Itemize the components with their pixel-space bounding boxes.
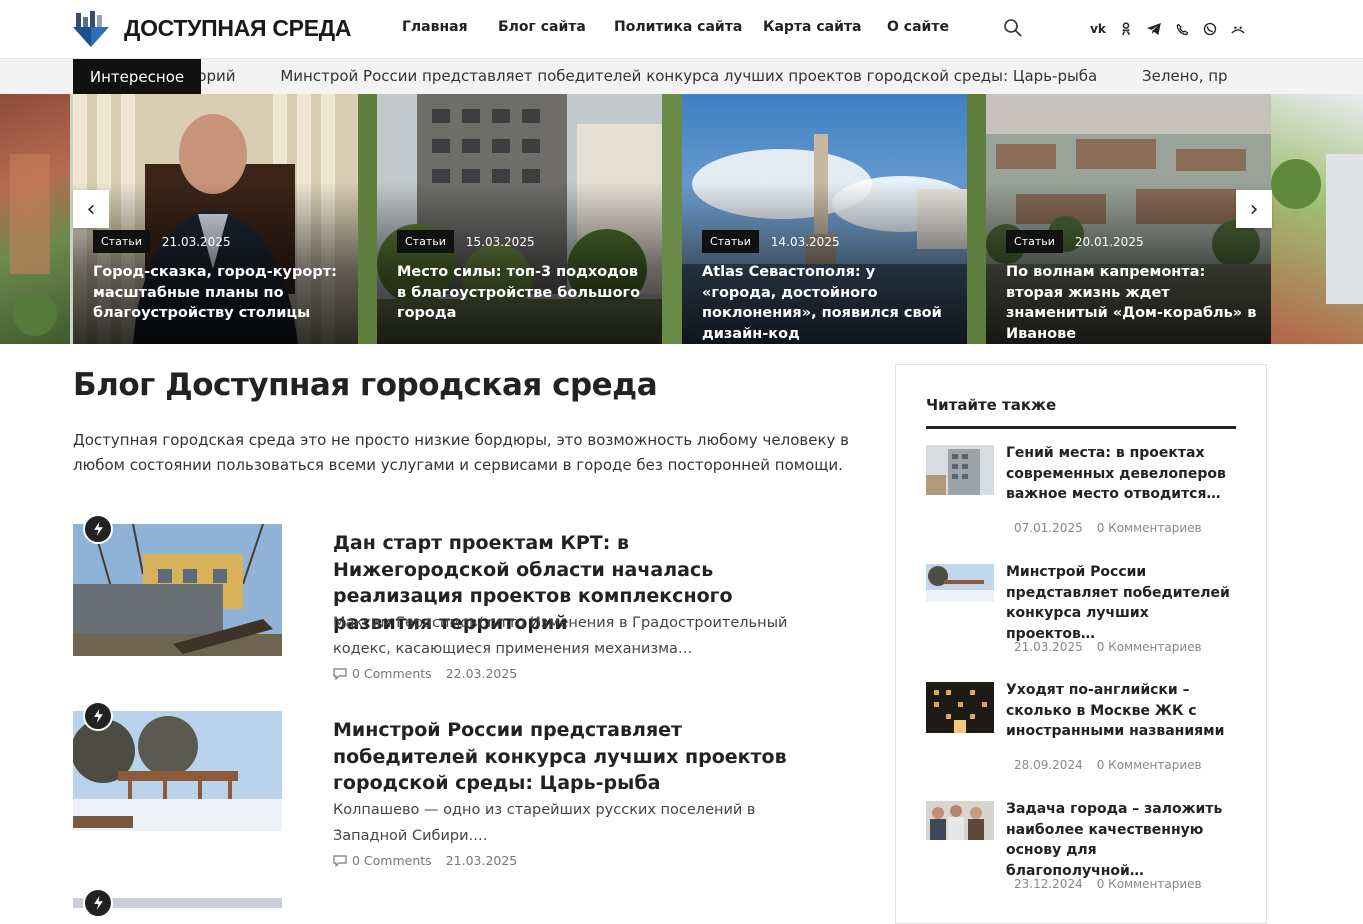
post-card: Минстрой России представляет победителей… bbox=[73, 701, 793, 871]
slide-title[interactable]: Город-сказка, город-курорт: масштабные п… bbox=[93, 262, 345, 324]
slide-title[interactable]: Место силы: топ-3 подходов в благоустрой… bbox=[397, 262, 649, 324]
slide-gap bbox=[662, 94, 682, 344]
site-logo[interactable] bbox=[73, 11, 109, 49]
nav-item-about[interactable]: О сайте bbox=[887, 19, 949, 35]
sidebar-post-comments[interactable]: 0 Комментариев bbox=[1097, 877, 1202, 891]
post-meta: 0 Comments 22.03.2025 bbox=[333, 666, 517, 681]
slide-date: 15.03.2025 bbox=[465, 234, 535, 249]
sidebar-post-meta: 07.01.2025 0 Комментариев bbox=[1014, 521, 1202, 535]
sidebar-post-thumbnail[interactable] bbox=[926, 801, 994, 840]
nav-item-home[interactable]: Главная bbox=[402, 19, 468, 35]
sidebar-post-meta: 28.09.2024 0 Комментариев bbox=[1014, 758, 1202, 772]
comments-count: 0 Comments bbox=[352, 853, 432, 868]
flash-icon bbox=[83, 701, 113, 731]
slide-date: 21.03.2025 bbox=[161, 234, 231, 249]
slide-gap bbox=[358, 94, 377, 344]
slide-peek-left[interactable] bbox=[0, 94, 70, 344]
whatsapp-icon[interactable] bbox=[1201, 20, 1219, 38]
sidebar-post-date: 07.01.2025 bbox=[1014, 521, 1083, 535]
slide-card[interactable]: Статьи 20.01.2025 По волнам капремонта: … bbox=[986, 94, 1271, 344]
sidebar-post-date: 21.03.2025 bbox=[1014, 640, 1083, 654]
ticker-label: Интересное bbox=[73, 59, 201, 94]
post-image bbox=[73, 524, 282, 656]
flash-icon bbox=[83, 514, 113, 544]
page-description: Доступная городская среда это не просто … bbox=[73, 431, 850, 474]
post-meta: 0 Comments 21.03.2025 bbox=[333, 853, 517, 868]
sidebar-post-date: 28.09.2024 bbox=[1014, 758, 1083, 772]
slide-meta: Статьи 20.01.2025 bbox=[1006, 230, 1144, 253]
sidebar-post-title[interactable]: Задача города – заложить наиболее качест… bbox=[1006, 799, 1238, 881]
comment-icon bbox=[333, 667, 347, 680]
category-badge[interactable]: Статьи bbox=[1006, 230, 1063, 253]
slider-prev-button[interactable]: ‹ bbox=[73, 190, 109, 228]
post-excerpt: Максим Герасимов/ nn.ru Изменения в Град… bbox=[333, 615, 788, 657]
featured-slider: Статьи 21.03.2025 Город-сказка, город-ку… bbox=[0, 94, 1363, 344]
nav-item-policy[interactable]: Политика сайта bbox=[614, 19, 742, 35]
sidebar-post-thumbnail[interactable] bbox=[926, 445, 994, 495]
slide-date: 14.03.2025 bbox=[770, 234, 840, 249]
post-card: Дан старт проектам КРТ: в Нижегородской … bbox=[73, 514, 793, 684]
slide-meta: Статьи 15.03.2025 bbox=[397, 230, 535, 253]
page-title: Блог Доступная городская среда bbox=[73, 367, 658, 403]
post-date: 22.03.2025 bbox=[445, 666, 518, 681]
slider-next-button[interactable]: › bbox=[1236, 190, 1272, 228]
max-icon[interactable] bbox=[1229, 20, 1247, 38]
post-date: 21.03.2025 bbox=[445, 853, 518, 868]
sidebar-post-comments[interactable]: 0 Комментариев bbox=[1097, 521, 1202, 535]
ticker-item[interactable]: вития территорий bbox=[201, 67, 236, 85]
slide-meta: Статьи 14.03.2025 bbox=[702, 230, 840, 253]
sidebar-post-meta: 21.03.2025 0 Комментариев bbox=[1014, 640, 1202, 654]
slide-gap bbox=[967, 94, 986, 344]
category-badge[interactable]: Статьи bbox=[702, 230, 759, 253]
comments-link[interactable]: 0 Comments bbox=[333, 853, 432, 868]
odnoklassniki-icon[interactable] bbox=[1117, 20, 1135, 38]
site-name[interactable]: ДОСТУПНАЯ СРЕДА bbox=[124, 15, 351, 42]
sidebar-post-comments[interactable]: 0 Комментариев bbox=[1097, 758, 1202, 772]
site-header: ДОСТУПНАЯ СРЕДА Главная Блог сайта Полит… bbox=[0, 0, 1363, 58]
slide-date: 20.01.2025 bbox=[1074, 234, 1144, 249]
slide-title[interactable]: По волнам капремонта: вторая жизнь ждет … bbox=[1006, 262, 1258, 344]
nav-item-blog[interactable]: Блог сайта bbox=[498, 19, 586, 35]
post-thumbnail[interactable] bbox=[73, 524, 282, 656]
slide-peek-right[interactable] bbox=[1271, 94, 1363, 344]
post-card bbox=[73, 888, 793, 918]
news-ticker: Интересное вития территорий Минстрой Рос… bbox=[0, 58, 1363, 94]
slide-meta: Статьи 21.03.2025 bbox=[93, 230, 231, 253]
sidebar-title: Читайте также bbox=[926, 396, 1057, 414]
category-badge[interactable]: Статьи bbox=[93, 230, 150, 253]
slide-card[interactable]: Статьи 21.03.2025 Город-сказка, город-ку… bbox=[73, 94, 358, 344]
sidebar-post-thumbnail[interactable] bbox=[926, 682, 994, 733]
sidebar-post-date: 23.12.2024 bbox=[1014, 877, 1083, 891]
sidebar-post-title[interactable]: Минстрой России представляет победителей… bbox=[1006, 562, 1238, 644]
slide-card[interactable]: Статьи 15.03.2025 Место силы: топ-3 подх… bbox=[377, 94, 662, 344]
slide-title[interactable]: Atlas Севастополя: у «города, достойного… bbox=[702, 262, 954, 344]
comments-link[interactable]: 0 Comments bbox=[333, 666, 432, 681]
telegram-icon[interactable] bbox=[1145, 20, 1163, 38]
post-title[interactable]: Минстрой России представляет победителей… bbox=[333, 717, 793, 797]
sidebar-post-comments[interactable]: 0 Комментариев bbox=[1097, 640, 1202, 654]
ticker-track: вития территорий Минстрой России предста… bbox=[201, 67, 1268, 85]
sidebar-widget: Читайте также Гений места: в проектах со… bbox=[895, 364, 1267, 924]
viber-icon[interactable] bbox=[1173, 20, 1191, 38]
comments-count: 0 Comments bbox=[352, 666, 432, 681]
comment-icon bbox=[333, 854, 347, 867]
sidebar-post-title[interactable]: Гений места: в проектах современных деве… bbox=[1006, 443, 1238, 505]
ticker-viewport: вития территорий Минстрой России предста… bbox=[201, 59, 1273, 94]
sidebar-post-meta: 23.12.2024 0 Комментариев bbox=[1014, 877, 1202, 891]
flash-icon bbox=[83, 888, 113, 918]
nav-item-sitemap[interactable]: Карта сайта bbox=[763, 19, 861, 35]
ticker-item[interactable]: Зелено, пр bbox=[1142, 67, 1228, 85]
ticker-item[interactable]: Минстрой России представляет победителей… bbox=[280, 67, 1097, 85]
search-icon[interactable] bbox=[1003, 18, 1023, 38]
sidebar-post-title[interactable]: Уходят по-английски – сколько в Москве Ж… bbox=[1006, 680, 1238, 742]
slide-card[interactable]: Статьи 14.03.2025 Atlas Севастополя: у «… bbox=[682, 94, 967, 344]
vk-icon[interactable]: vk bbox=[1089, 20, 1107, 38]
category-badge[interactable]: Статьи bbox=[397, 230, 454, 253]
sidebar-post-thumbnail[interactable] bbox=[926, 564, 994, 602]
sidebar-divider bbox=[926, 426, 1236, 429]
post-excerpt: Колпашево — одно из старейших русских по… bbox=[333, 802, 756, 844]
